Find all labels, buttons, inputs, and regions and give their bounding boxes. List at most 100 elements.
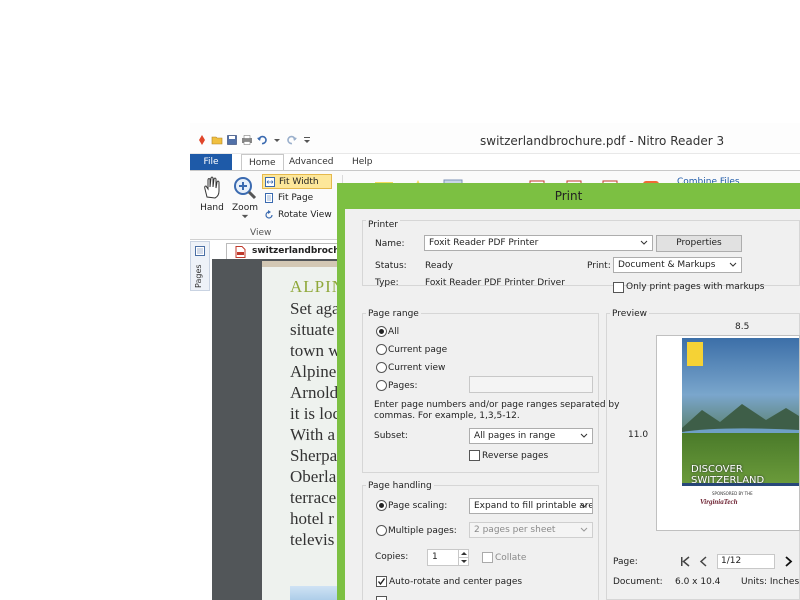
reverse-pages-checkbox[interactable] (469, 450, 480, 461)
fit-page-icon (265, 193, 273, 203)
auto-rotate-checkbox[interactable] (376, 576, 387, 587)
open-folder-icon[interactable] (211, 134, 223, 146)
spin-down-icon (461, 560, 467, 563)
customize-toolbar-icon[interactable] (301, 134, 313, 146)
properties-button[interactable]: Properties (656, 235, 742, 252)
fit-width-icon (265, 177, 275, 187)
next-option-checkbox[interactable] (376, 596, 387, 600)
print-icon[interactable] (241, 134, 253, 146)
printer-type-label: Type: (375, 278, 399, 288)
document-text-line: With a (290, 425, 336, 444)
print-what-value: Document & Markups (618, 260, 716, 270)
page-scaling-value: Expand to fill printable area (474, 501, 593, 511)
range-current-view-label: Current view (388, 363, 446, 373)
brochure-title-line1: DISCOVER (691, 464, 743, 475)
chevron-down-icon (640, 240, 648, 245)
range-current-view-radio[interactable] (376, 362, 387, 373)
status-value: Ready (425, 261, 453, 271)
copies-increment[interactable] (458, 550, 469, 558)
zoom-dropdown-icon[interactable] (241, 214, 249, 219)
range-current-page-radio[interactable] (376, 344, 387, 355)
preview-group-label: Preview (610, 309, 650, 319)
zoom-label: Zoom (232, 203, 258, 213)
document-size-value: 6.0 x 10.4 (675, 577, 721, 587)
auto-rotate-label: Auto-rotate and center pages (389, 577, 523, 587)
multiple-pages-select[interactable]: 2 pages per sheet (469, 522, 593, 538)
only-markups-checkbox[interactable] (613, 282, 624, 293)
hand-tool-button[interactable]: Hand (195, 175, 229, 213)
checkmark-icon (377, 578, 386, 586)
zoom-tool-button[interactable]: Zoom (228, 175, 262, 219)
printer-name-value: Foxit Reader PDF Printer (429, 238, 539, 248)
preview-page-value: 1/12 (721, 556, 742, 566)
preview-page: DISCOVER SWITZERLAND SPONSORED BY THE Vi… (656, 335, 800, 531)
undo-icon[interactable] (256, 134, 268, 146)
fit-width-button[interactable]: Fit Width (262, 174, 332, 189)
status-label: Status: (375, 261, 407, 271)
save-icon[interactable] (226, 134, 238, 146)
preview-height-label: 11.0 (628, 430, 649, 440)
fit-page-label: Fit Page (278, 193, 314, 203)
brochure-sponsor: SPONSORED BY THE (712, 491, 753, 496)
document-tab-label: switzerlandbrochure (252, 246, 345, 256)
chevron-down-icon (580, 527, 588, 532)
fit-page-button[interactable]: Fit Page (262, 191, 332, 206)
printer-name-label: Name: (375, 239, 405, 249)
preview-page-label: Page: (613, 557, 638, 567)
multiple-pages-radio[interactable] (376, 525, 387, 536)
file-tab[interactable]: File (190, 154, 232, 170)
range-pages-radio[interactable] (376, 380, 387, 391)
range-all-radio[interactable] (376, 326, 387, 337)
collate-label: Collate (495, 553, 527, 563)
dialog-body: Printer Name: Foxit Reader PDF Printer P… (345, 209, 800, 600)
copies-stepper[interactable]: 1 (427, 549, 469, 566)
preview-width-label: 8.5 (735, 322, 750, 332)
pdf-file-icon (235, 246, 246, 258)
document-size-label: Document: (613, 577, 663, 587)
copies-decrement[interactable] (458, 558, 469, 566)
rotate-view-icon (265, 210, 273, 219)
page-range-group-label: Page range (366, 309, 421, 319)
rotate-view-button[interactable]: Rotate View (262, 208, 332, 223)
next-page-icon[interactable] (784, 556, 793, 567)
subset-label: Subset: (374, 431, 408, 441)
zoom-icon (234, 177, 257, 200)
tab-home[interactable]: Home (241, 154, 284, 170)
printer-name-select[interactable]: Foxit Reader PDF Printer (424, 235, 653, 251)
page-scaling-select[interactable]: Expand to fill printable area (469, 498, 593, 514)
chevron-down-icon (580, 433, 588, 438)
subset-value: All pages in range (474, 431, 556, 441)
print-what-label: Print: (587, 261, 611, 271)
pages-panel-icon[interactable] (195, 246, 205, 256)
printer-group (362, 220, 800, 286)
only-markups-label: Only print pages with markups (626, 282, 765, 292)
undo-dropdown-icon[interactable] (271, 134, 283, 146)
pages-sidebar[interactable]: Pages (190, 241, 210, 291)
page-range-input[interactable] (469, 376, 593, 393)
range-pages-label: Pages: (388, 381, 418, 391)
preview-page-input[interactable]: 1/12 (717, 554, 775, 569)
first-page-icon[interactable] (681, 556, 690, 567)
brochure-cover: DISCOVER SWITZERLAND SPONSORED BY THE Vi… (682, 338, 799, 528)
hand-label: Hand (200, 203, 224, 213)
print-dialog: Print Printer Name: Foxit Reader PDF Pri… (337, 183, 800, 600)
document-text-line: Alpine (290, 362, 337, 381)
subset-select[interactable]: All pages in range (469, 428, 593, 444)
previous-page-icon[interactable] (699, 556, 708, 567)
page-scaling-radio[interactable] (376, 500, 387, 511)
brochure-title-line2: SWITZERLAND (691, 475, 765, 486)
ribbon-group-view-label: View (250, 228, 272, 238)
print-what-select[interactable]: Document & Markups (613, 257, 742, 273)
tab-advanced[interactable]: Advanced (282, 154, 340, 170)
page-range-hint-line2: commas. For example, 1,3,5-12. (374, 411, 520, 421)
dialog-title: Print (554, 189, 583, 203)
document-tab[interactable]: switzerlandbrochure (226, 243, 346, 259)
tab-help[interactable]: Help (345, 154, 380, 170)
collate-checkbox[interactable] (482, 552, 493, 563)
page-range-group (362, 313, 599, 473)
document-text-line: terrace (290, 488, 337, 507)
redo-icon[interactable] (286, 134, 298, 146)
document-text-line: situate (290, 320, 335, 339)
document-text-line: hotel r (290, 509, 334, 528)
fit-width-label: Fit Width (279, 177, 319, 187)
